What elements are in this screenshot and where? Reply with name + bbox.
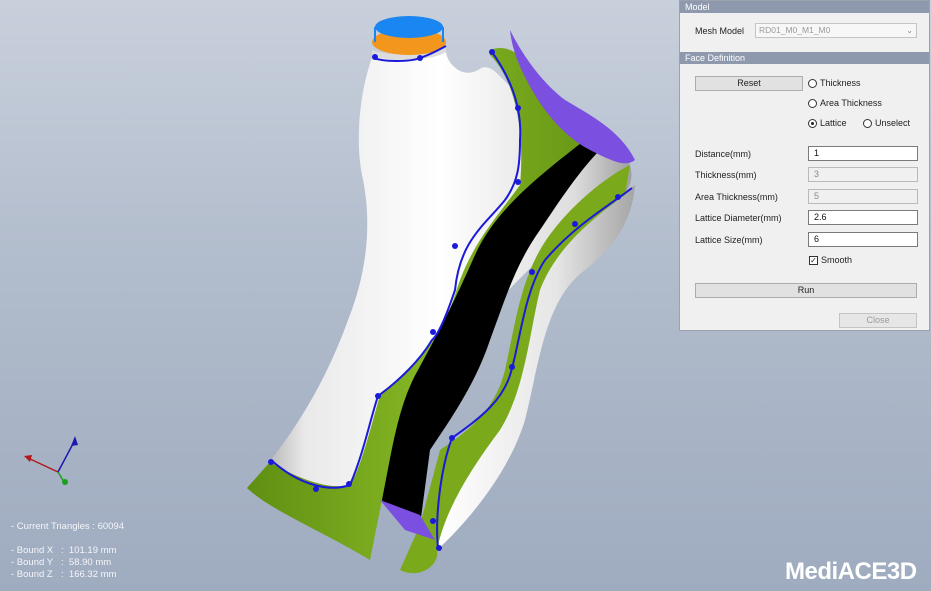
triangle-count: - Current Triangles : 60094 [11,521,125,532]
radio-area-thickness[interactable]: Area Thickness [808,98,882,108]
lattice-size-input[interactable]: 6 [808,232,918,247]
radio-selected-icon [808,118,817,128]
lattice-diameter-input[interactable]: 2.6 [808,210,918,225]
reset-button[interactable]: Reset [695,76,803,91]
radio-unselect[interactable]: Unselect [863,118,910,128]
brand-logo: MediACE3D [785,558,917,585]
radio-icon [808,98,817,108]
distance-input[interactable]: 1 [808,146,918,161]
distance-label: Distance(mm) [695,149,752,159]
thickness-input[interactable]: 3 [808,167,918,182]
radio-icon [863,118,872,128]
bound-y: - Bound Y: 58.90 mm [11,557,112,568]
thickness-label: Thickness(mm) [695,170,757,180]
model-section-header: Model [680,1,929,13]
area-thickness-label: Area Thickness(mm) [695,192,778,202]
properties-panel: Model Mesh Model RD01_M0_M1_M0 ⌄ Face De… [679,0,930,331]
mesh-stats: - Current Triangles : 60094 - Bound X: 1… [11,521,124,581]
neck-cap-blue [375,16,443,38]
smooth-checkbox[interactable]: ✓ Smooth [809,255,852,265]
checkmark-icon: ✓ [809,255,818,265]
bound-x: - Bound X: 101.19 mm [11,545,117,556]
radio-lattice[interactable]: Lattice [808,118,847,128]
radio-thickness[interactable]: Thickness [808,78,861,88]
mesh-model-label: Mesh Model [695,26,745,36]
bound-z: - Bound Z: 166.32 mm [11,569,117,580]
lattice-size-label: Lattice Size(mm) [695,235,763,245]
radio-icon [808,78,817,88]
mesh-model-select[interactable]: RD01_M0_M1_M0 ⌄ [755,23,917,38]
area-thickness-input[interactable]: 5 [808,189,918,204]
close-button[interactable]: Close [839,313,917,328]
lattice-diameter-label: Lattice Diameter(mm) [695,213,782,223]
axis-triad-icon [24,436,78,485]
chevron-down-icon: ⌄ [906,26,913,35]
face-definition-header: Face Definition [680,52,929,64]
run-button[interactable]: Run [695,283,917,298]
